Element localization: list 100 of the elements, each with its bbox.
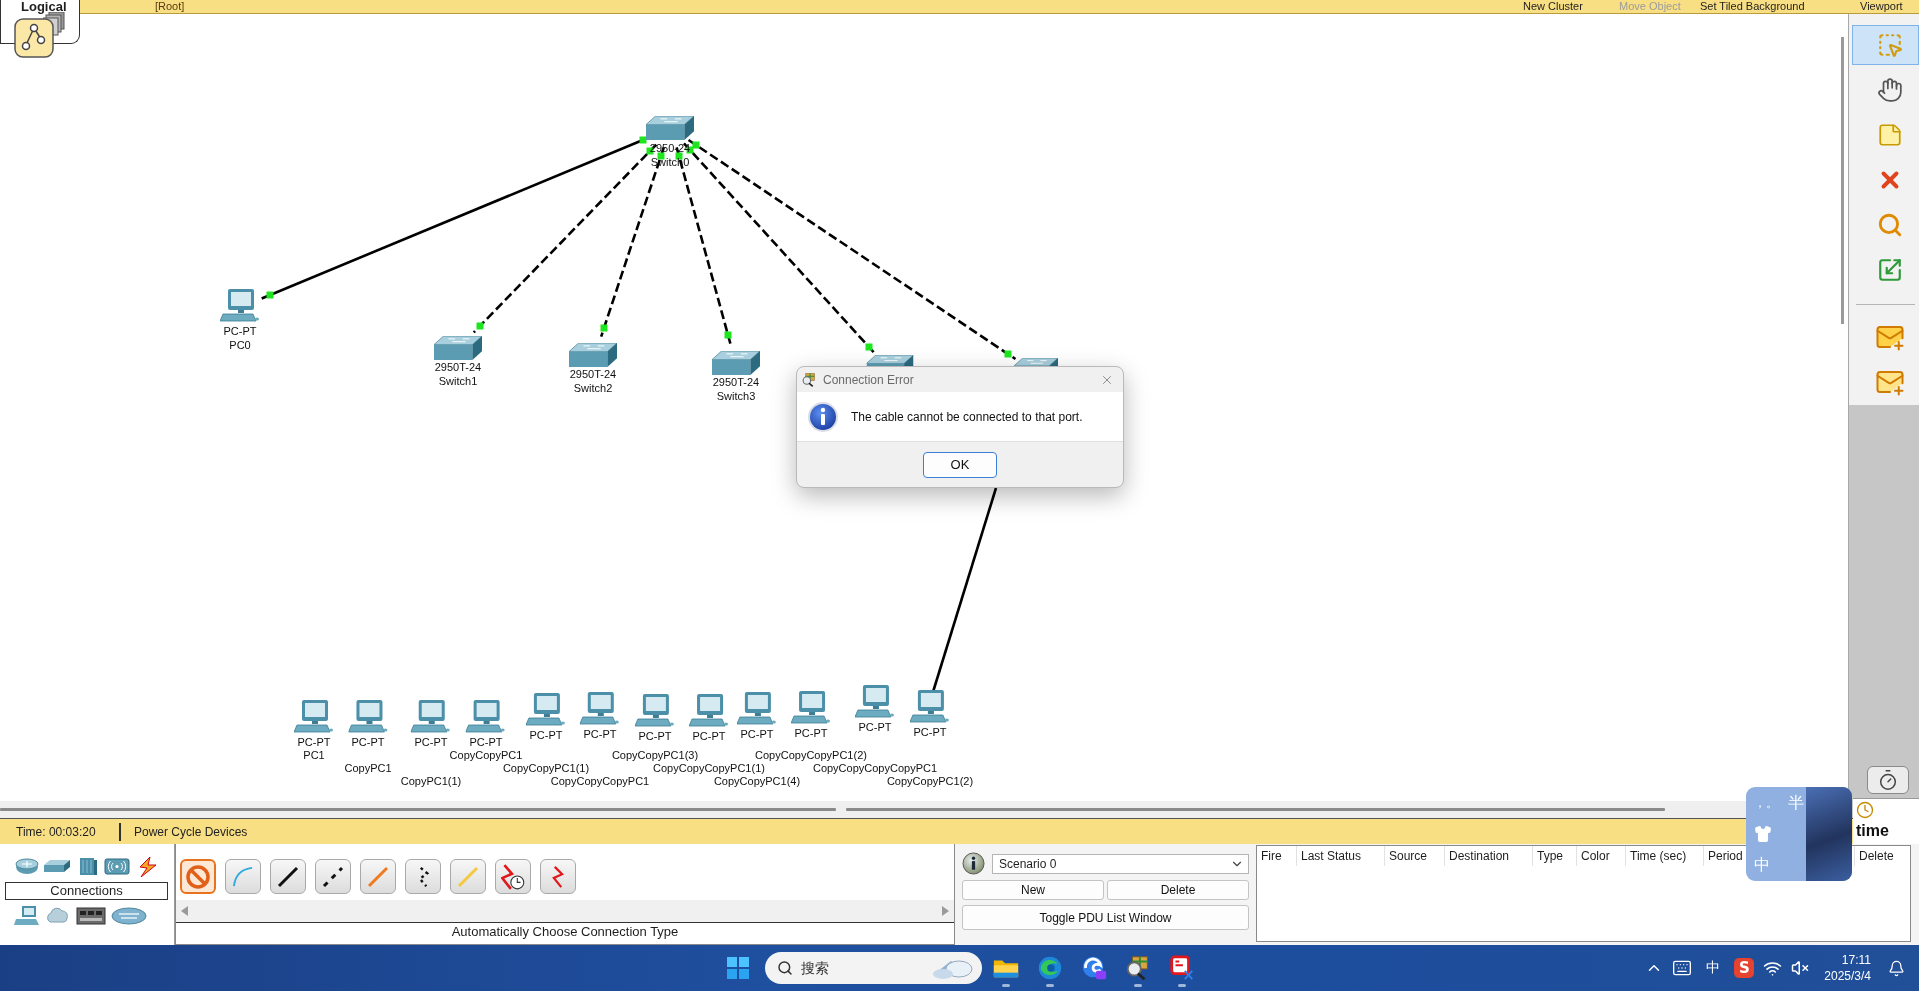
device-model-label: PC-PT xyxy=(740,727,774,741)
toolbar-link[interactable]: New Cluster xyxy=(1523,0,1583,13)
device-model-label: PC-PT xyxy=(223,324,257,338)
computer-icon[interactable] xyxy=(737,691,777,727)
snip-frame-icon xyxy=(1168,954,1196,982)
four-squares-icon xyxy=(727,957,749,979)
dialog-title: Connection Error xyxy=(823,372,915,387)
scenario-button[interactable]: New xyxy=(962,880,1104,900)
scenario-button[interactable]: Delete xyxy=(1107,880,1249,900)
computer-icon[interactable] xyxy=(635,693,675,729)
info-icon xyxy=(807,400,839,433)
computer-icon[interactable] xyxy=(855,684,895,720)
power-cycle-button[interactable]: Power Cycle Devices xyxy=(134,824,248,839)
toolbar-link[interactable]: Viewport xyxy=(1860,0,1903,13)
switch-icon[interactable] xyxy=(646,116,694,141)
switch-icon[interactable] xyxy=(1014,358,1058,366)
horizontal-scrollbar[interactable] xyxy=(846,808,1665,811)
switch-icon[interactable] xyxy=(569,343,617,367)
clock-date[interactable]: 2025/3/4 xyxy=(1824,968,1871,984)
device-model-label: PC-PT xyxy=(469,735,503,749)
device-name-label: CopyCopyCopyPC1(2) xyxy=(755,749,867,762)
network-tree-icon[interactable] xyxy=(14,18,54,58)
computer-icon[interactable] xyxy=(348,699,388,735)
device-name-label: CopyCopyCopyCopyPC1 xyxy=(812,762,938,775)
device-model-label: PC-PT xyxy=(794,726,828,740)
switch-icon[interactable] xyxy=(434,336,482,360)
wireless-icon[interactable] xyxy=(104,855,130,877)
device-model-label: 2950T-24 xyxy=(712,375,760,389)
clock-time[interactable]: 17:11 xyxy=(1841,952,1871,968)
toolbar-link[interactable]: Set Tiled Background xyxy=(1700,0,1805,13)
input-mode-indicator[interactable]: 中 xyxy=(1701,959,1726,977)
computer-icon[interactable] xyxy=(910,689,950,725)
device-model-label: PC-PT xyxy=(297,735,331,749)
column-header: Fire xyxy=(1260,848,1283,865)
scenario-select[interactable]: Scenario 0 xyxy=(992,853,1249,874)
device-name-label: Switch3 xyxy=(716,389,756,403)
switch-icon[interactable] xyxy=(712,351,760,375)
column-header: Source xyxy=(1384,846,1444,866)
shirt-icon[interactable] xyxy=(1754,825,1772,843)
line-icon xyxy=(367,865,389,888)
module-icon[interactable] xyxy=(76,904,106,926)
lightning-icon xyxy=(552,864,564,889)
connection-type-button[interactable] xyxy=(405,859,441,894)
device-model-label: PC-PT xyxy=(858,720,892,734)
device-name-label: CopyPC1(1) xyxy=(400,775,462,788)
connection-type-button[interactable] xyxy=(495,859,531,894)
input-method-logo[interactable]: S xyxy=(1734,958,1755,978)
router-icon[interactable] xyxy=(14,855,40,877)
device-name-label: CopyCopyPC1(4) xyxy=(713,775,801,788)
switch-icon[interactable] xyxy=(866,355,914,366)
connection-type-button[interactable] xyxy=(315,859,351,894)
dashed-line-icon xyxy=(322,865,344,888)
computer-icon[interactable] xyxy=(411,699,451,735)
info-icon[interactable] xyxy=(962,852,985,875)
caret-right-icon[interactable] xyxy=(942,906,949,916)
column-header: Color xyxy=(1576,846,1625,866)
toggle-pdu-list-button[interactable]: Toggle PDU List Window xyxy=(962,905,1249,930)
keyboard-icon[interactable] xyxy=(1672,958,1693,978)
hand-icon xyxy=(1876,77,1903,103)
realtime-mode-button[interactable] xyxy=(1867,766,1909,794)
computer-icon[interactable] xyxy=(580,691,620,727)
lightning-clock-icon xyxy=(501,862,525,891)
computer-icon[interactable] xyxy=(14,904,40,926)
device-model-label: PC-PT xyxy=(529,728,563,742)
horizontal-scrollbar[interactable] xyxy=(0,808,836,811)
device-model-label: PC-PT xyxy=(583,727,617,741)
device-model-label: PC-PT xyxy=(638,729,672,743)
search-field[interactable]: 搜索 xyxy=(765,952,982,984)
clock-icon xyxy=(1856,801,1874,819)
swirl-badge-icon xyxy=(1080,954,1108,982)
cloud-icon[interactable] xyxy=(45,904,71,926)
vertical-scrollbar[interactable] xyxy=(1841,37,1844,324)
connection-type-button[interactable] xyxy=(270,859,306,894)
speaker-muted-icon[interactable] xyxy=(1791,959,1810,977)
computer-icon[interactable] xyxy=(791,690,831,726)
computer-icon[interactable] xyxy=(220,288,260,324)
solid-line-icon xyxy=(277,865,299,888)
prohibition-icon xyxy=(186,864,210,889)
computer-icon[interactable] xyxy=(689,693,729,729)
search-input[interactable]: 搜索 xyxy=(801,957,921,979)
ok-button[interactable]: OK xyxy=(923,451,997,478)
swirl-icon xyxy=(1036,954,1064,982)
computer-icon[interactable] xyxy=(294,699,334,735)
device-name-label: PC0 xyxy=(229,338,251,352)
bell-icon[interactable] xyxy=(1888,959,1905,977)
device-model-label: PC-PT xyxy=(692,729,726,743)
magnifier-icon xyxy=(1876,212,1903,238)
device-name-label: CopyCopyCopyPC1(1) xyxy=(653,762,765,775)
computer-icon[interactable] xyxy=(466,699,506,735)
realtime-tab[interactable]: time xyxy=(1853,798,1919,844)
magnifier-box-icon xyxy=(801,371,817,388)
device-name-label: CopyCopyPC1(1) xyxy=(502,762,590,775)
column-header: Delete xyxy=(1854,846,1910,866)
path-label: [Root] xyxy=(155,0,185,13)
device-name-label: Switch1 xyxy=(438,374,478,388)
device-model-label: 2950T-24 xyxy=(434,360,482,374)
device-model-label: PC-PT xyxy=(351,735,385,749)
cloud-icon[interactable] xyxy=(111,904,147,926)
computer-icon[interactable] xyxy=(526,692,566,728)
caret-left-icon[interactable] xyxy=(181,906,188,916)
